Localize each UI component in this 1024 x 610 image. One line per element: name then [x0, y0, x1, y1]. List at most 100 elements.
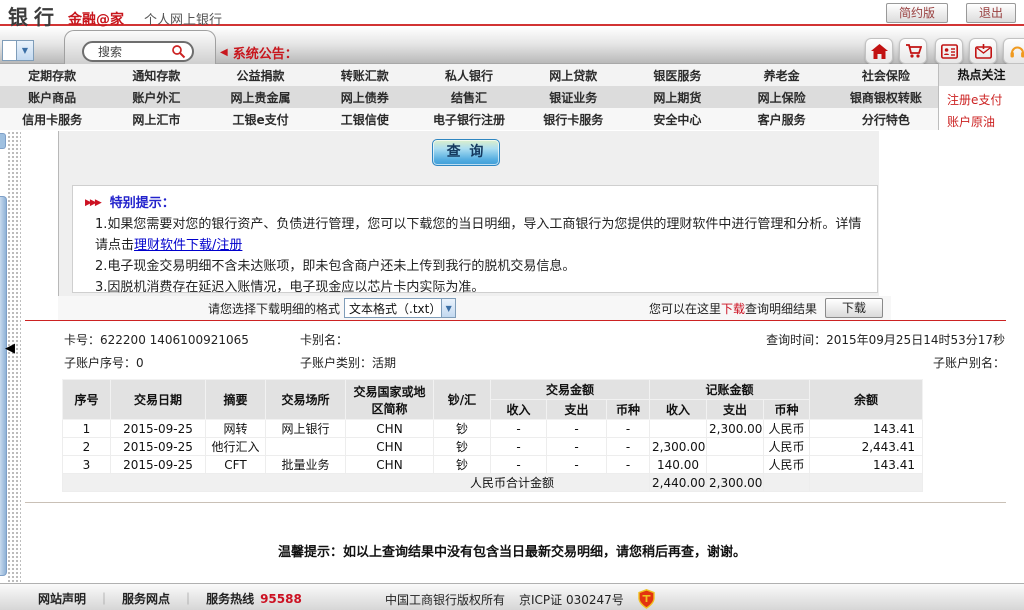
chevron-down-icon[interactable]: ▼ — [16, 41, 33, 60]
cell: - — [607, 456, 650, 474]
footer-separator: ｜ — [98, 590, 110, 607]
table-row: 2 2015-09-25 他行汇入 CHN 钞 - - - 2,300.00 人… — [63, 438, 923, 456]
contacts-button[interactable] — [935, 38, 963, 64]
left-panel-scrollbar[interactable] — [0, 196, 7, 576]
table-total-row: 人民币合计金额 2,440.00 2,300.00 — [63, 474, 923, 492]
col-place: 交易场所 — [266, 380, 346, 420]
chevron-down-icon[interactable]: ▼ — [441, 299, 455, 317]
nav-item[interactable]: 网上贷款 — [521, 64, 625, 86]
cell: 1 — [63, 420, 111, 438]
quick-menu-dropdown[interactable]: ▼ — [2, 40, 34, 61]
search-label: 搜索 — [98, 43, 171, 60]
nav-item[interactable]: 网上贵金属 — [208, 86, 312, 108]
cell — [650, 420, 707, 438]
nav-item[interactable]: 网上债券 — [313, 86, 417, 108]
messages-button[interactable] — [969, 38, 997, 64]
footer: 网站声明 ｜ 服务网点 ｜ 服务热线 95588 中国工商银行版权所有 京ICP… — [0, 583, 1024, 610]
cell: - — [547, 438, 607, 456]
nav-item[interactable]: 结售汇 — [417, 86, 521, 108]
triple-arrow-icon: ▶▶▶ — [85, 193, 100, 214]
logout-button[interactable]: 退出 — [966, 3, 1016, 23]
cell: 3 — [63, 456, 111, 474]
cell: 140.00 — [650, 456, 707, 474]
nav-item[interactable]: 工银e支付 — [208, 108, 312, 130]
simple-version-button[interactable]: 简约版 — [886, 3, 948, 23]
cell: - — [491, 420, 547, 438]
nav-item[interactable]: 账户外汇 — [104, 86, 208, 108]
table-row: 1 2015-09-25 网转 网上银行 CHN 钞 - - - 2,300.0… — [63, 420, 923, 438]
tips-item-1: 1.如果您需要对您的银行资产、负债进行管理，您可以下载您的当日明细，导入工商银行… — [83, 214, 865, 256]
nav-item[interactable]: 电子银行注册 — [417, 108, 521, 130]
nav-item[interactable]: 银医服务 — [625, 64, 729, 86]
nav-item[interactable]: 安全中心 — [625, 108, 729, 130]
nav-item[interactable]: 公益捐款 — [208, 64, 312, 86]
bank-logo-text: 银行 — [8, 1, 60, 30]
col-trade-expense: 支出 — [547, 400, 607, 420]
nav-item[interactable]: 信用卡服务 — [0, 108, 104, 130]
mall-button[interactable] — [899, 38, 927, 64]
nav-item[interactable]: 养老金 — [730, 64, 834, 86]
download-format-value: 文本格式（.txt） — [345, 300, 441, 317]
nav-item[interactable]: 分行特色 — [834, 108, 938, 130]
download-hint-link[interactable]: 下载 — [721, 302, 745, 316]
col-trade-income: 收入 — [491, 400, 547, 420]
nav-item[interactable]: 私人银行 — [417, 64, 521, 86]
site-statement-link[interactable]: 网站声明 — [38, 590, 86, 607]
brand-text: 金融@家 — [68, 9, 124, 29]
total-balance-empty — [810, 474, 923, 492]
col-date: 交易日期 — [111, 380, 206, 420]
query-time: 查询时间：2015年09月25日14时53分17秒 — [766, 331, 1005, 348]
nav-row-1: 定期存款 通知存款 公益捐款 转账汇款 私人银行 网上贷款 银医服务 养老金 社… — [0, 64, 938, 86]
cell: CHN — [346, 456, 434, 474]
cell: 2,443.41 — [810, 438, 923, 456]
cell — [707, 456, 764, 474]
download-button[interactable]: 下载 — [825, 298, 883, 318]
nav-item[interactable]: 工银信使 — [313, 108, 417, 130]
service-outlets-link[interactable]: 服务网点 — [122, 590, 170, 607]
nav-item[interactable]: 转账汇款 — [313, 64, 417, 86]
card-number: 卡号：622200 1406100921065 — [64, 331, 249, 348]
customer-service-button[interactable] — [1003, 38, 1024, 64]
total-expense: 2,300.00 — [707, 474, 764, 492]
cell: 网转 — [206, 420, 266, 438]
nav-item[interactable]: 银证业务 — [521, 86, 625, 108]
cell — [707, 438, 764, 456]
shopping-cart-icon — [905, 43, 922, 59]
finance-software-link[interactable]: 理财软件下载/注册 — [134, 238, 242, 253]
search-input[interactable]: 搜索 — [82, 41, 194, 62]
sub-account-alias: 子账户别名： — [933, 354, 1005, 371]
nav-item[interactable]: 网上保险 — [730, 86, 834, 108]
home-button[interactable] — [865, 38, 893, 64]
tips-item-2: 2.电子现金交易明细不含未达账项，即未包含商户还未上传到我行的脱机交易信息。 — [83, 256, 865, 277]
nav-item[interactable]: 通知存款 — [104, 64, 208, 86]
red-divider — [25, 320, 1006, 321]
query-button[interactable]: 查 询 — [432, 139, 500, 166]
account-info-row-1: 卡号：622200 1406100921065 卡别名： 查询时间：2015年0… — [0, 331, 1024, 347]
col-balance: 余额 — [810, 380, 923, 420]
page-title: 个人网上银行 — [144, 9, 222, 28]
nav-item[interactable]: 网上汇市 — [104, 108, 208, 130]
query-time-label: 查询时间： — [766, 333, 826, 347]
download-hint-pre: 您可以在这里 — [649, 302, 721, 316]
nav-item[interactable]: 网上期货 — [625, 86, 729, 108]
nav-item[interactable]: 客户服务 — [730, 108, 834, 130]
nav-item[interactable]: 定期存款 — [0, 64, 104, 86]
icp-text: 京ICP证 030247号 — [519, 591, 624, 608]
hot-topic-link[interactable]: 账户原油 — [939, 108, 1024, 130]
cell: - — [547, 456, 607, 474]
nav-item[interactable]: 银行卡服务 — [521, 108, 625, 130]
sub-account-type-label: 子账户类别： — [300, 356, 372, 370]
cell: 批量业务 — [266, 456, 346, 474]
download-format-select[interactable]: 文本格式（.txt） ▼ — [344, 298, 456, 318]
search-icon[interactable] — [171, 44, 186, 59]
card-alias: 卡别名： — [300, 331, 348, 348]
hot-topic-link[interactable]: 注册e支付 — [939, 86, 1024, 108]
nav-item[interactable]: 银商银权转账 — [834, 86, 938, 108]
nav-item[interactable]: 社会保险 — [834, 64, 938, 86]
table-bottom-divider — [25, 502, 1006, 503]
card-number-value: 622200 1406100921065 — [100, 333, 249, 347]
download-format-label: 请您选择下载明细的格式 — [208, 300, 340, 317]
sub-account-seq-label: 子账户序号： — [64, 356, 136, 370]
copyright-text: 中国工商银行版权所有 — [385, 591, 505, 608]
nav-item[interactable]: 账户商品 — [0, 86, 104, 108]
